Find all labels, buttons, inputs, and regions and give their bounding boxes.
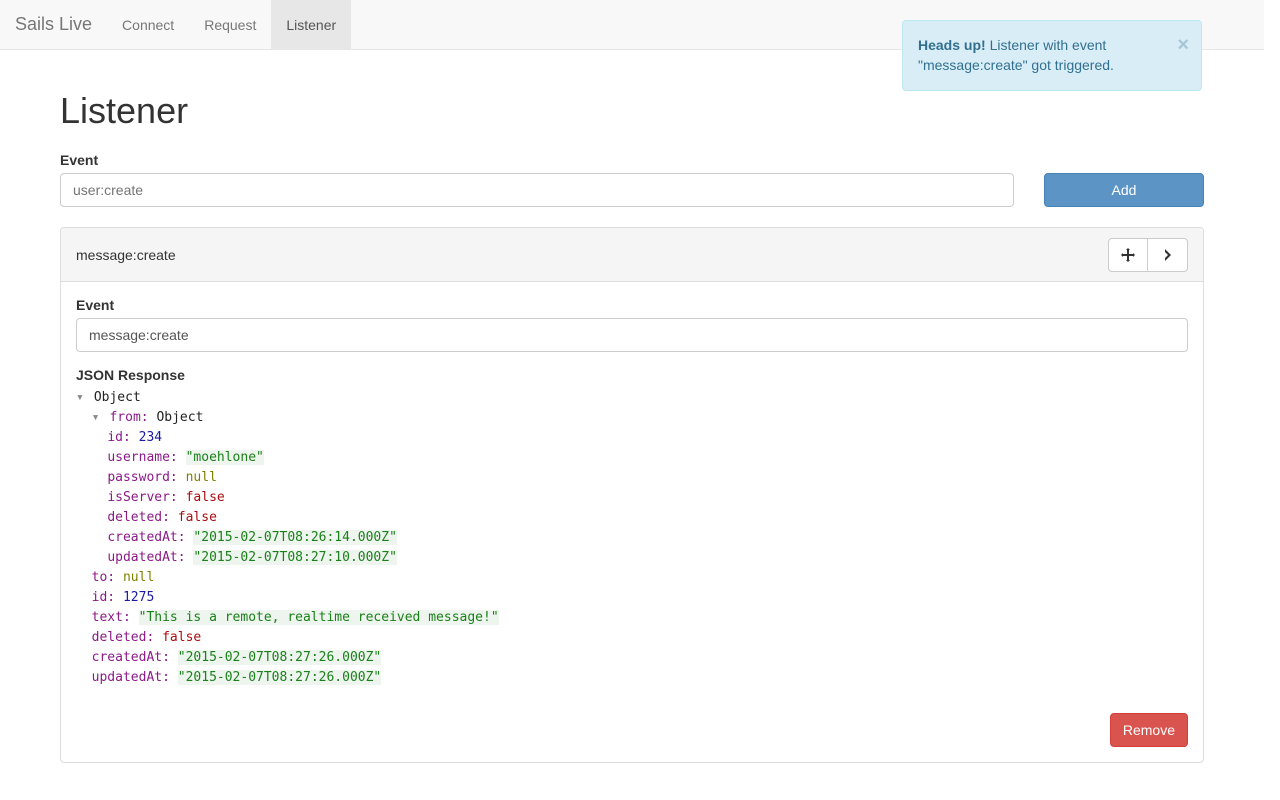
- listener-name: message:create: [76, 247, 1108, 263]
- chevron-right-icon[interactable]: [1148, 238, 1188, 272]
- alert-lead: Heads up!: [918, 37, 986, 53]
- remove-button[interactable]: Remove: [1110, 713, 1188, 747]
- json-viewer[interactable]: ▾ Object ▾ from: Object id: 234 username…: [76, 388, 1188, 688]
- close-icon[interactable]: ×: [1177, 31, 1189, 59]
- event-label: Event: [60, 152, 1204, 168]
- nav-listener[interactable]: Listener: [271, 0, 351, 50]
- brand-link[interactable]: Sails Live: [15, 0, 107, 49]
- move-icon[interactable]: [1108, 238, 1148, 272]
- listener-panel: message:create Event JSON Response ▾ Obj…: [60, 227, 1204, 763]
- json-response-title: JSON Response: [76, 367, 1188, 383]
- nav-request[interactable]: Request: [189, 0, 271, 50]
- listener-event-label: Event: [76, 297, 1188, 313]
- add-button[interactable]: Add: [1044, 173, 1204, 207]
- alert-heads-up: × Heads up! Listener with event "message…: [902, 20, 1202, 91]
- listener-event-input[interactable]: [76, 318, 1188, 352]
- event-input[interactable]: [60, 173, 1014, 207]
- page-title: Listener: [60, 90, 1204, 132]
- nav-connect[interactable]: Connect: [107, 0, 189, 50]
